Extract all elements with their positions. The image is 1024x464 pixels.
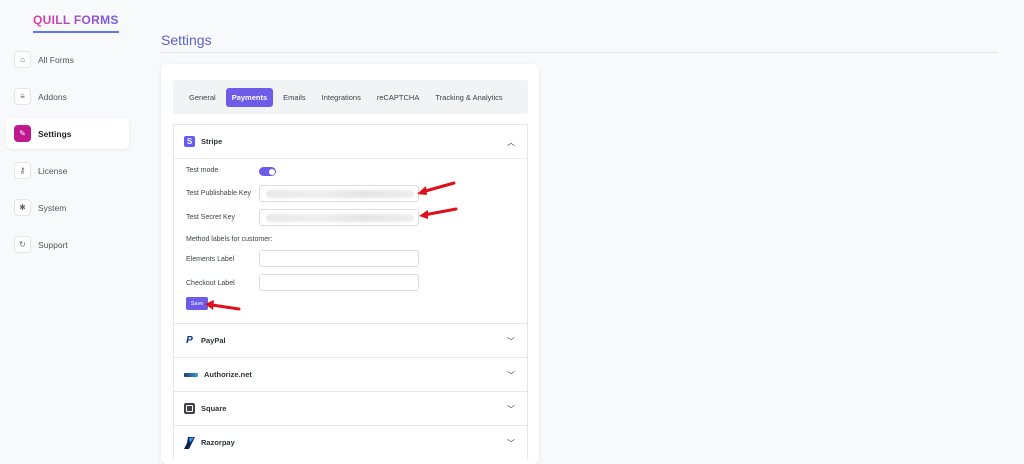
tab-general[interactable]: General [183,88,222,107]
razorpay-section: Razorpay ﹀ [173,425,528,459]
settings-card: General Payments Emails Integrations reC… [161,64,539,464]
gateway-name: Razorpay [201,438,235,447]
sidebar-item-addons[interactable]: ≡ Addons [6,81,129,112]
gateway-name: Authorize.net [204,370,252,379]
authorize-net-section: Authorize.net ﹀ [173,357,528,392]
authorize-net-section-header[interactable]: Authorize.net ﹀ [174,358,527,391]
test-mode-toggle[interactable] [259,167,276,176]
sidebar-item-license[interactable]: ⚷ License [6,155,129,186]
key-icon: ⚷ [14,162,31,179]
checkout-label-text: Checkout Label [186,280,235,287]
tab-integrations[interactable]: Integrations [316,88,367,107]
stripe-logo-icon: S [184,136,195,147]
sidebar-item-all-forms[interactable]: ⌂ All Forms [6,44,129,75]
paypal-logo-icon: P [186,335,193,346]
tab-emails[interactable]: Emails [277,88,312,107]
tab-payments[interactable]: Payments [225,87,274,107]
sidebar-item-system[interactable]: ✱ System [6,192,129,223]
stripe-section-header[interactable]: S Stripe ︿ [174,125,527,158]
publishable-key-label: Test Publishable Key [186,190,251,197]
square-section-header[interactable]: Square ﹀ [174,392,527,425]
elements-label-text: Elements Label [186,256,235,263]
chevron-down-icon[interactable]: ﹀ [507,336,515,347]
sidebar-item-label: All Forms [38,54,74,65]
wrench-icon: ✎ [14,125,31,142]
chevron-down-icon[interactable]: ﹀ [507,370,515,381]
paypal-section: P PayPal ﹀ [173,323,528,358]
authorize-net-logo-icon [184,372,198,377]
square-section: Square ﹀ [173,391,528,426]
sidebar-item-label: System [38,202,67,213]
chevron-up-icon[interactable]: ︿ [507,137,515,148]
annotation-arrow-icon [419,207,458,219]
sidebar-menu: ⌂ All Forms ≡ Addons ✎ Settings ⚷ Licens… [6,44,129,266]
test-mode-label: Test mode [186,167,219,174]
redacted-value [266,190,414,198]
annotation-arrow-icon [205,300,241,311]
gateway-name: Square [201,404,227,413]
square-logo-icon [184,403,195,414]
stripe-section: S Stripe ︿ Test mode Test Publishable Ke… [173,124,528,324]
chevron-down-icon[interactable]: ﹀ [507,438,515,449]
elements-label-input[interactable] [259,250,419,267]
gear-icon: ✱ [14,199,31,216]
razorpay-logo-icon [184,436,195,449]
gateway-name: Stripe [201,137,223,146]
sidebar-item-label: Settings [38,128,72,139]
sidebar-item-label: Support [38,239,68,250]
chevron-down-icon[interactable]: ﹀ [507,404,515,415]
paypal-section-header[interactable]: P PayPal ﹀ [174,324,527,357]
title-divider [161,52,998,53]
secret-key-label: Test Secret Key [186,214,236,221]
razorpay-section-header[interactable]: Razorpay ﹀ [174,426,527,459]
addons-icon: ≡ [14,88,31,105]
gateway-name: PayPal [201,336,226,345]
sidebar: QUILL FORMS ⌂ All Forms ≡ Addons ✎ Setti… [0,0,136,459]
page-title: Settings [161,32,212,48]
support-icon: ↻ [14,236,31,253]
annotation-arrow-icon [417,181,456,195]
tab-recaptcha[interactable]: reCAPTCHA [371,88,426,107]
sidebar-item-label: License [38,165,68,176]
method-labels-heading: Method labels for customer: [186,236,273,243]
tab-tracking-analytics[interactable]: Tracking & Analytics [429,88,508,107]
quill-forms-logo[interactable]: QUILL FORMS [33,13,119,33]
sidebar-item-support[interactable]: ↻ Support [6,229,129,260]
checkout-label-input[interactable] [259,274,419,291]
secret-key-input[interactable] [259,209,419,226]
sidebar-item-settings[interactable]: ✎ Settings [6,118,129,149]
sidebar-item-label: Addons [38,91,67,102]
home-icon: ⌂ [14,51,31,68]
toggle-knob [268,168,275,175]
redacted-value [266,214,414,222]
settings-tabs: General Payments Emails Integrations reC… [173,80,528,114]
publishable-key-input[interactable] [259,185,419,202]
